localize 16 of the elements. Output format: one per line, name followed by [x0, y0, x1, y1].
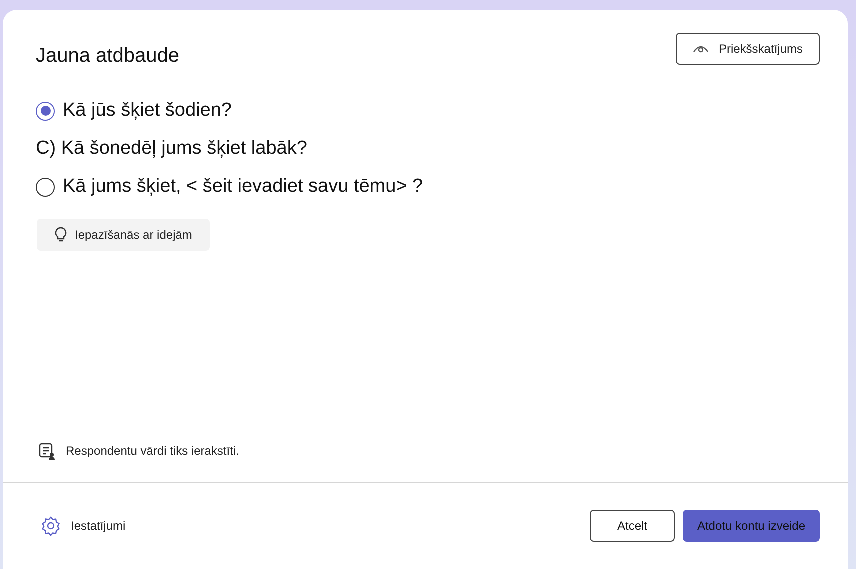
option-label: Kā jūs šķiet šodien? — [63, 99, 232, 123]
eye-icon — [692, 44, 709, 54]
preview-button[interactable]: Priekšskatījums — [676, 33, 820, 65]
option-label: C) Kā šonedēļ jums šķiet labāk? — [36, 137, 308, 161]
option-label: Kā jums šķiet, < šeit ievadiet savu tēmu> ? — [63, 175, 424, 199]
ideas-button[interactable]: Iepazīšanās ar idejām — [37, 219, 210, 251]
radio-button[interactable] — [36, 178, 55, 196]
cancel-button[interactable]: Atcelt — [590, 510, 675, 542]
create-button[interactable]: Atdotu kontu izveide — [683, 510, 820, 542]
settings-icon — [41, 516, 61, 536]
settings-button[interactable]: Iestatījumi — [41, 516, 126, 536]
lightbulb-icon — [55, 227, 67, 243]
dialog-title: Jauna atdbaude — [36, 44, 180, 69]
radio-button[interactable] — [36, 102, 55, 120]
notice-text: Respondentu vārdi tiks ierakstīti. — [66, 443, 240, 460]
list-person-icon — [39, 442, 56, 460]
